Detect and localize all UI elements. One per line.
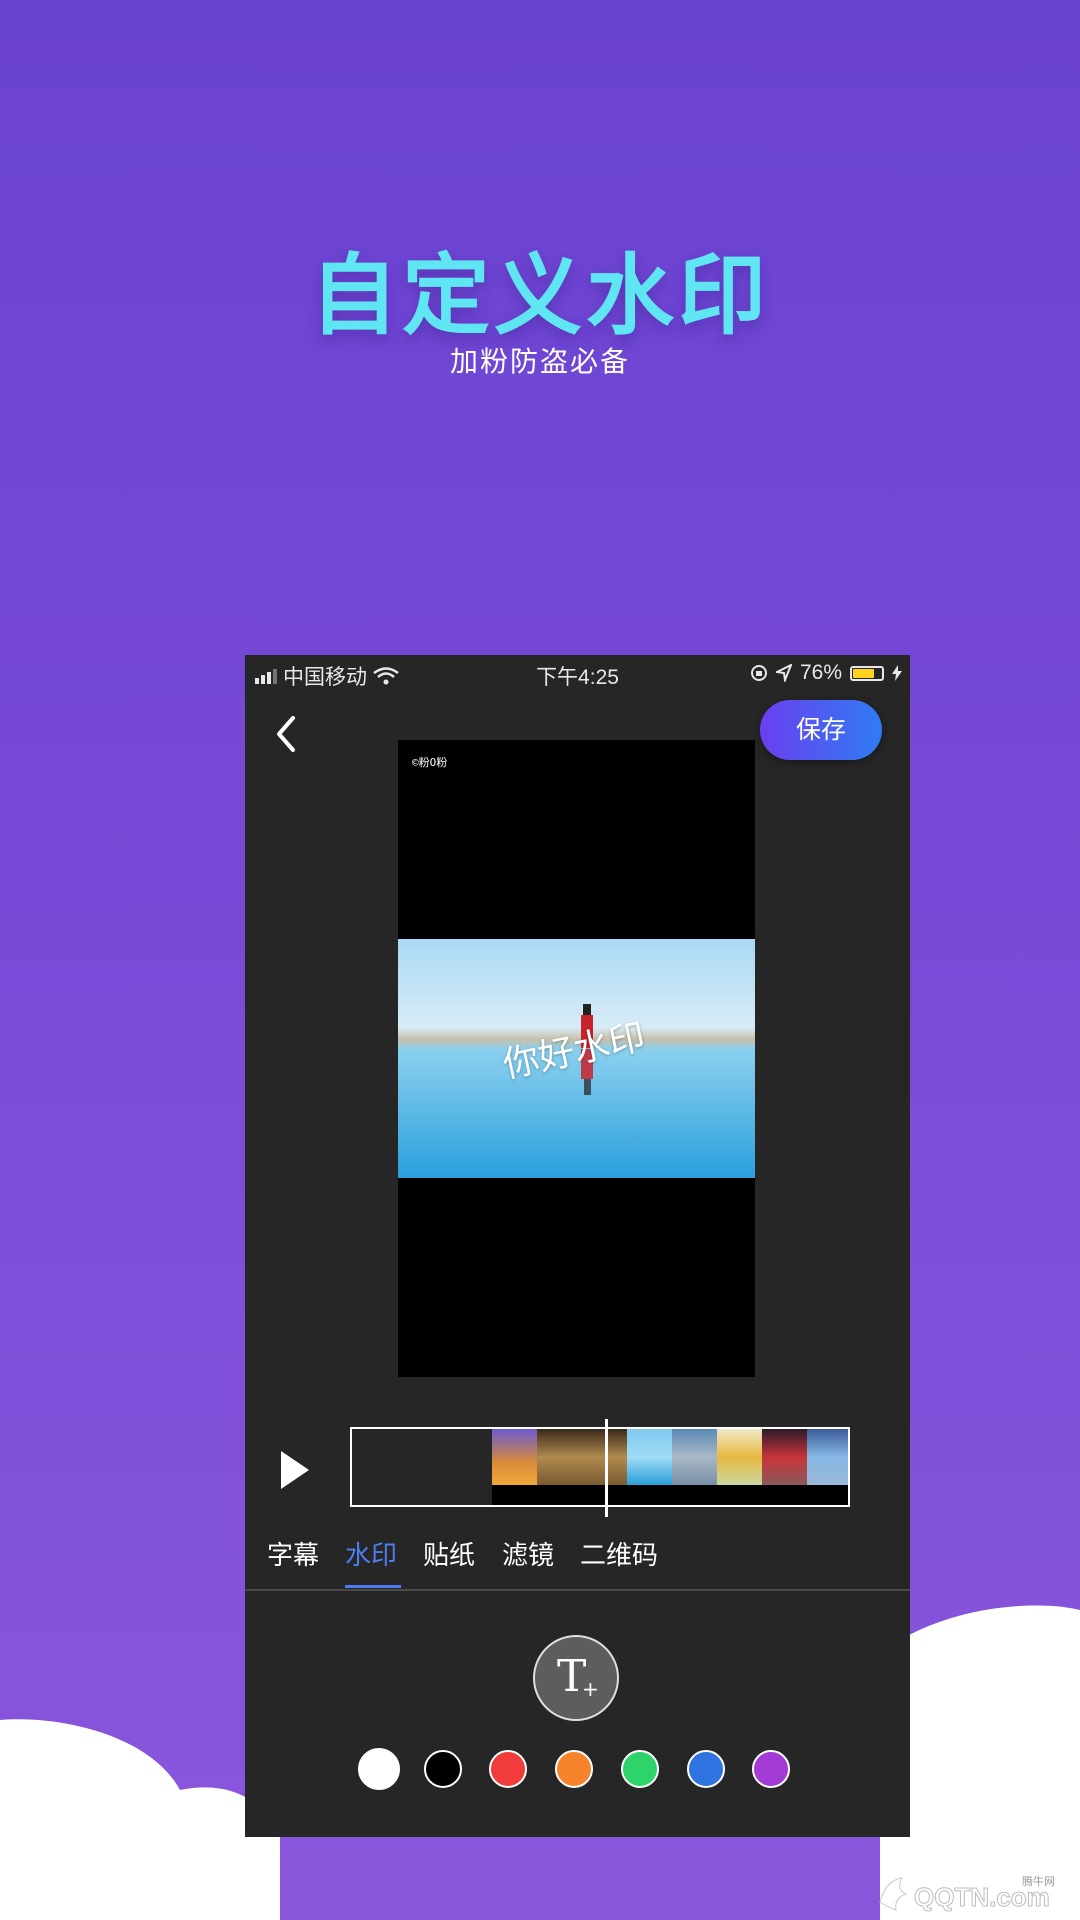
timeline-frame: [492, 1429, 537, 1485]
color-swatch-green[interactable]: [620, 1750, 659, 1788]
phone-screen: 中国移动 下午4:25 76% 保存 ©粉O粉 你好水印 字幕 水印 贴纸 滤镜…: [245, 655, 910, 1837]
active-tab-indicator: [345, 1585, 401, 1588]
tabs-divider: [245, 1589, 910, 1591]
color-swatch-black[interactable]: [423, 1750, 462, 1788]
status-bar: 中国移动 下午4:25 76%: [245, 655, 910, 691]
location-icon: [775, 664, 792, 682]
save-button[interactable]: 保存: [760, 700, 882, 760]
timeline-frame: [627, 1429, 672, 1485]
color-swatch-purple[interactable]: [752, 1750, 791, 1788]
timeline-frame: [762, 1429, 807, 1485]
tab-watermark[interactable]: 水印: [345, 1535, 397, 1572]
add-text-button[interactable]: T +: [533, 1635, 619, 1721]
timeline-frame: [672, 1429, 717, 1485]
orientation-lock-icon: [750, 665, 767, 681]
playhead[interactable]: [605, 1419, 608, 1517]
watermark-logo[interactable]: ©粉O粉: [412, 754, 447, 770]
video-preview[interactable]: ©粉O粉 你好水印: [398, 740, 755, 1377]
tab-sticker[interactable]: 贴纸: [423, 1535, 475, 1572]
timeline-frames: [492, 1429, 848, 1505]
battery-icon: [850, 665, 884, 681]
timeline-frame: [717, 1429, 762, 1485]
timeline-frame: [537, 1429, 582, 1485]
edit-tabs: 字幕 水印 贴纸 滤镜 二维码: [245, 1535, 910, 1587]
color-swatch-white[interactable]: [358, 1748, 400, 1790]
tab-subtitle[interactable]: 字幕: [267, 1535, 319, 1572]
preview-photo: 你好水印: [398, 939, 755, 1178]
tab-qrcode[interactable]: 二维码: [580, 1535, 658, 1572]
color-swatch-blue[interactable]: [686, 1750, 725, 1788]
site-watermark-logo: QQTN.com 腾牛网: [879, 1874, 1055, 1913]
color-swatch-orange[interactable]: [555, 1750, 594, 1788]
play-button[interactable]: [275, 1445, 315, 1495]
timeline-frame: [807, 1429, 848, 1485]
timeline-scrubber[interactable]: [350, 1419, 850, 1517]
site-watermark-cn: 腾牛网: [1022, 1874, 1055, 1888]
charging-icon: [892, 665, 902, 681]
battery-percent: 76%: [799, 661, 842, 684]
color-swatch-red[interactable]: [489, 1750, 528, 1788]
tab-filter[interactable]: 滤镜: [502, 1535, 554, 1572]
back-button[interactable]: [267, 710, 307, 758]
